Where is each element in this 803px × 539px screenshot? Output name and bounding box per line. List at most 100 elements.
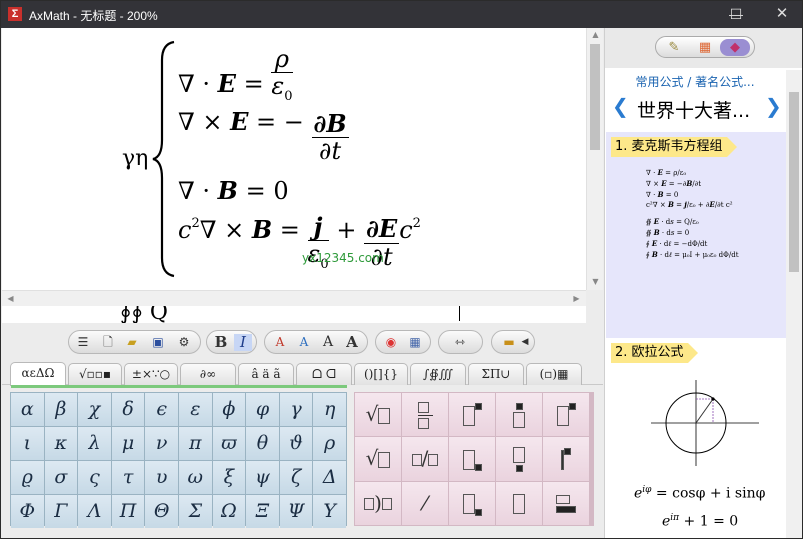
editor-vertical-scrollbar[interactable]: ▲ ▼ xyxy=(586,28,603,290)
chevron-left-icon[interactable]: ◀ xyxy=(516,334,534,351)
greek-symbol-button[interactable]: Φ xyxy=(11,495,44,528)
greek-symbol-button[interactable]: ζ xyxy=(279,461,313,494)
slash-fraction-template-icon[interactable]: / xyxy=(402,437,448,481)
editor-horizontal-scrollbar[interactable]: ◀ ▶ xyxy=(2,290,586,306)
color-grid-icon[interactable]: ▦ xyxy=(406,334,424,351)
greek-symbol-button[interactable]: ϕ xyxy=(212,393,246,426)
diagonal-fraction-template-icon[interactable]: ⁄ xyxy=(402,481,448,525)
bold-button[interactable]: B xyxy=(212,334,230,351)
greek-symbol-button[interactable]: ε xyxy=(178,393,212,426)
greek-symbol-button[interactable]: ξ xyxy=(212,461,246,494)
library-scroll-thumb[interactable] xyxy=(789,92,799,272)
font-size-a1-button[interactable]: A xyxy=(271,334,289,351)
superscript-template-icon[interactable] xyxy=(449,393,495,437)
greek-symbol-button[interactable]: μ xyxy=(111,427,145,460)
tab-accents[interactable]: â ä ã xyxy=(238,363,294,385)
subsup-template-icon[interactable] xyxy=(449,481,495,525)
greek-symbol-button[interactable]: φ xyxy=(246,393,279,426)
save-icon[interactable]: ▣ xyxy=(149,334,167,351)
greek-symbol-button[interactable]: ω xyxy=(178,461,212,494)
subscript-template-icon[interactable] xyxy=(449,437,495,481)
list-icon[interactable]: ☰ xyxy=(74,334,92,351)
tab-integrals[interactable]: ∫∯∭ xyxy=(410,363,466,385)
greek-symbol-button[interactable]: ρ xyxy=(313,427,346,460)
library-scrollbar[interactable] xyxy=(786,70,802,538)
greek-symbol-button[interactable]: θ xyxy=(246,427,279,460)
evaluate-template-icon[interactable] xyxy=(543,437,589,481)
greek-symbol-button[interactable]: Π xyxy=(111,495,145,528)
greek-symbol-button[interactable]: Δ xyxy=(313,461,346,494)
greek-symbol-button[interactable]: Υ xyxy=(313,495,346,528)
tab-brackets[interactable]: ()[]{} xyxy=(354,363,408,385)
greek-symbol-button[interactable]: λ xyxy=(78,427,111,460)
tab-sums[interactable]: ΣΠ∪ xyxy=(468,363,524,385)
greek-symbol-button[interactable]: ϖ xyxy=(212,427,246,460)
fraction-template-icon[interactable] xyxy=(402,393,448,437)
nth-root-template-icon[interactable]: √ xyxy=(355,437,401,481)
library-item-maxwell[interactable]: 1. 麦克斯韦方程组 ∇ · E = ρ/ε₀ ∇ × E = −∂B/∂t ∇… xyxy=(606,132,786,338)
tab-templates[interactable]: √▫▫▪ xyxy=(68,363,122,385)
overunder-template-icon[interactable] xyxy=(496,481,542,525)
prev-arrow-icon[interactable]: ❮ xyxy=(612,94,629,118)
align-icon[interactable]: ⇿ xyxy=(451,334,469,351)
tab-greek[interactable]: αεΔΩ xyxy=(10,362,66,386)
tab-arrows[interactable]: ᗝ ᗡ xyxy=(296,363,352,385)
greek-symbol-button[interactable]: Ξ xyxy=(246,495,279,528)
font-size-a4-button[interactable]: A xyxy=(343,334,361,351)
greek-symbol-button[interactable]: υ xyxy=(145,461,178,494)
greek-symbol-button[interactable]: σ xyxy=(44,461,78,494)
greek-symbol-button[interactable]: Λ xyxy=(78,495,111,528)
greek-symbol-button[interactable]: Ω xyxy=(212,495,246,528)
brush-icon[interactable]: ✎ xyxy=(659,39,689,56)
library-breadcrumb[interactable]: 常用公式 / 著名公式... xyxy=(605,73,785,90)
greek-symbol-button[interactable]: ϱ xyxy=(11,461,44,494)
title-bar[interactable]: Σ AxMath - 无标题 - 200% — ☐ ✕ xyxy=(1,1,802,28)
greek-symbol-button[interactable]: ϵ xyxy=(145,393,178,426)
close-button[interactable]: ✕ xyxy=(762,1,802,28)
scroll-up-icon[interactable]: ▲ xyxy=(587,28,604,42)
greek-symbol-button[interactable]: ϑ xyxy=(279,427,313,460)
under-template-icon[interactable] xyxy=(496,437,542,481)
settings-gear-icon[interactable]: ⚙ xyxy=(175,334,193,351)
tab-matrices[interactable]: (▫)▦ xyxy=(526,363,582,385)
scroll-thumb[interactable] xyxy=(590,44,600,150)
new-file-icon[interactable]: 🗋 xyxy=(99,334,117,351)
maximize-button[interactable]: ☐ xyxy=(714,1,758,28)
greek-symbol-button[interactable]: ν xyxy=(145,427,178,460)
greek-symbol-button[interactable]: Σ xyxy=(178,495,212,528)
next-arrow-icon[interactable]: ❯ xyxy=(765,94,782,118)
formula-editor-next-line[interactable]: ∮∮ Q xyxy=(2,306,586,323)
sqrt-template-icon[interactable]: √ xyxy=(355,393,401,437)
tab-misc-symbols[interactable]: ∂∞ xyxy=(180,363,236,385)
open-folder-icon[interactable]: ▰ xyxy=(123,334,141,351)
underbar-template-icon[interactable] xyxy=(543,481,589,525)
scroll-left-icon[interactable]: ◀ xyxy=(2,292,19,306)
font-size-a2-button[interactable]: A xyxy=(295,334,313,351)
greek-symbol-button[interactable]: δ xyxy=(111,393,145,426)
greek-symbol-button[interactable]: α xyxy=(11,393,44,426)
greek-symbol-button[interactable]: Ψ xyxy=(279,495,313,528)
over-template-icon[interactable] xyxy=(496,393,542,437)
greek-symbol-button[interactable]: ψ xyxy=(246,461,279,494)
library-item-euler[interactable]: 2. 欧拉公式 eiφ = cosφ + i sinφ eiπ + 1 = 0 xyxy=(606,340,786,538)
scroll-right-icon[interactable]: ▶ xyxy=(568,292,585,306)
greek-symbol-button[interactable]: ι xyxy=(11,427,44,460)
greek-symbol-button[interactable]: η xyxy=(313,393,346,426)
greek-symbol-button[interactable]: β xyxy=(44,393,78,426)
greek-symbol-button[interactable]: Γ xyxy=(44,495,78,528)
tab-operators[interactable]: ±×∵○ xyxy=(124,363,178,385)
color-grid-icon[interactable]: ▦ xyxy=(690,39,720,56)
greek-symbol-button[interactable]: ς xyxy=(78,461,111,494)
bookmark-tag-icon[interactable]: ◆ xyxy=(720,39,750,56)
scroll-down-icon[interactable]: ▼ xyxy=(587,275,604,289)
greek-symbol-button[interactable]: Θ xyxy=(145,495,178,528)
greek-symbol-button[interactable]: χ xyxy=(78,393,111,426)
formula-editor[interactable]: γη ∇ · E = ρ ε0 ∇ × E = − ∂B ∂t ∇ · B = 0 … xyxy=(2,28,586,290)
greek-symbol-button[interactable]: κ xyxy=(44,427,78,460)
presuper-template-icon[interactable] xyxy=(543,393,589,437)
greek-symbol-button[interactable]: τ xyxy=(111,461,145,494)
font-size-a3-button[interactable]: A xyxy=(319,334,337,351)
long-division-template-icon[interactable]: ) xyxy=(355,481,401,525)
italic-button[interactable]: I xyxy=(234,334,252,351)
color-wheel-icon[interactable]: ◉ xyxy=(382,334,400,351)
